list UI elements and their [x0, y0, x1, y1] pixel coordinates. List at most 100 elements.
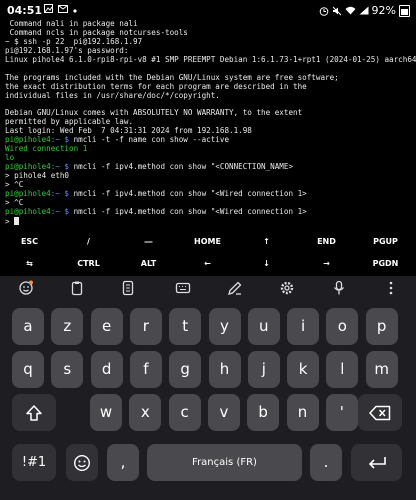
- key-u[interactable]: u: [247, 308, 280, 345]
- terminal-output[interactable]: Command nali in package nali Command ncl…: [0, 20, 416, 230]
- extra-key-symbol[interactable]: ←: [178, 253, 237, 275]
- key-x[interactable]: x: [129, 394, 162, 431]
- space-key[interactable]: Français (FR): [147, 444, 302, 481]
- terminal-text: >: [5, 216, 15, 226]
- key-o[interactable]: o: [326, 308, 359, 345]
- keyboard-mode-icon[interactable]: [175, 280, 191, 296]
- period-key[interactable]: .: [310, 444, 342, 481]
- terminal-line: >: [5, 216, 416, 226]
- clipboard-icon[interactable]: [69, 280, 85, 296]
- terminal-line: pi@192.168.1.97's password:: [5, 47, 416, 56]
- terminal-text: Debian GNU/Linux comes with ABSOLUTELY N…: [5, 109, 303, 118]
- key-f[interactable]: f: [129, 351, 162, 388]
- extra-key-esc[interactable]: ESC: [0, 231, 59, 253]
- gallery-icon: [44, 4, 53, 13]
- key-y[interactable]: y: [208, 308, 241, 345]
- key-h[interactable]: h: [208, 351, 241, 388]
- emoji-key[interactable]: [66, 444, 98, 481]
- terminal-text: the exact distribution terms for each pr…: [5, 82, 307, 91]
- prompt-user: lo: [5, 154, 15, 163]
- status-time: 04:51: [7, 4, 43, 17]
- handwriting-icon[interactable]: [227, 280, 243, 296]
- prompt-path: :~ $: [50, 136, 74, 145]
- key-r[interactable]: r: [129, 308, 162, 345]
- key-g[interactable]: g: [169, 351, 202, 388]
- key-v[interactable]: v: [207, 394, 240, 431]
- key-p[interactable]: p: [365, 308, 398, 345]
- extra-key-symbol[interactable]: ↑: [237, 231, 296, 253]
- enter-icon: [368, 457, 386, 469]
- terminal-line: Debian GNU/Linux comes with ABSOLUTELY N…: [5, 109, 416, 118]
- key-s[interactable]: s: [51, 351, 84, 388]
- terminal-text: Linux pihole4 6.1.0-rpi8-rpi-v8 #1 SMP P…: [5, 55, 416, 64]
- key-q[interactable]: q: [12, 351, 44, 388]
- extra-key-pgdn[interactable]: PGDN: [356, 253, 415, 275]
- extra-key-symbol[interactable]: /: [59, 231, 118, 253]
- backspace-icon: [369, 405, 391, 421]
- key-i[interactable]: i: [287, 308, 320, 345]
- terminal-line: pi@pihole4:~ $ nmcli -t -f name con show…: [5, 136, 416, 145]
- key-e[interactable]: e: [90, 308, 123, 345]
- terminal-text: pi@192.168.1.97's password:: [5, 46, 129, 55]
- terminal-text: Last login: Wed Feb 7 04:31:31 2024 from…: [5, 127, 252, 136]
- smiley-icon: [73, 454, 91, 472]
- terminal-text: nmcli -f ipv4.method con show "<CONNECTI…: [73, 163, 294, 171]
- terminal-line: the exact distribution terms for each pr…: [5, 83, 416, 92]
- key-z[interactable]: z: [51, 308, 84, 345]
- microphone-icon[interactable]: [331, 280, 347, 296]
- terminal-line: The programs included with the Debian GN…: [5, 74, 416, 83]
- key-apostrophe[interactable]: ': [325, 394, 358, 431]
- backspace-key[interactable]: [358, 394, 402, 431]
- terminal-cursor: [14, 216, 20, 225]
- extra-key-pgup[interactable]: PGUP: [356, 231, 415, 253]
- terminal-line: Command nali in package nali: [5, 20, 416, 29]
- key-l[interactable]: l: [326, 351, 359, 388]
- more-options-icon[interactable]: [383, 280, 399, 296]
- comma-key[interactable]: ,: [107, 444, 139, 481]
- extra-key-symbol[interactable]: →: [297, 253, 356, 275]
- extra-keys-row-2: ⇆ CTRL ALT ← ↓ → PGDN: [0, 253, 416, 275]
- battery-percent: 92%: [371, 4, 396, 17]
- soft-keyboard: !#1 , Français (FR) . azertyuiop qsdfghjk…: [0, 300, 416, 500]
- extra-key-home[interactable]: HOME: [178, 231, 237, 253]
- key-d[interactable]: d: [90, 351, 123, 388]
- terminal-line: individual files in /usr/share/doc/*/cop…: [5, 92, 416, 101]
- symbols-key[interactable]: !#1: [12, 444, 56, 481]
- extra-key-symbol[interactable]: ↓: [237, 253, 296, 275]
- extra-key-symbol[interactable]: ―: [119, 231, 178, 253]
- terminal-text: individual files in /usr/share/doc/*/cop…: [5, 91, 220, 100]
- extra-key-end[interactable]: END: [297, 231, 356, 253]
- shift-key[interactable]: [12, 394, 56, 431]
- settings-gear-icon[interactable]: [279, 280, 295, 296]
- terminal-line: Last login: Wed Feb 7 04:31:31 2024 from…: [5, 127, 416, 136]
- terminal-line: pi@pihole4:~ $ nmcli -f ipv4.method con …: [5, 208, 416, 217]
- key-k[interactable]: k: [287, 351, 320, 388]
- key-j[interactable]: j: [247, 351, 280, 388]
- one-handed-keyboard-icon[interactable]: [120, 280, 136, 296]
- emoji-sticker-icon[interactable]: [18, 280, 34, 296]
- terminal-line: lo: [5, 154, 416, 163]
- extra-key-symbol[interactable]: ⇆: [0, 253, 59, 275]
- terminal-line: > ^C: [5, 199, 416, 208]
- terminal-line: > pihole4 eth0: [5, 172, 416, 181]
- key-n[interactable]: n: [286, 394, 319, 431]
- prompt-user: pi@pihole4: [5, 136, 51, 145]
- status-bar: 04:51 92%: [0, 0, 416, 20]
- terminal-line: > ^C: [5, 181, 416, 190]
- terminal-text: nmcli -f ipv4.method con show "<Wired co…: [73, 207, 307, 216]
- terminal-text: > ^C: [5, 180, 24, 189]
- enter-key[interactable]: [351, 444, 402, 481]
- notification-icons: [44, 4, 77, 16]
- key-c[interactable]: c: [168, 394, 201, 431]
- signal-icon: [359, 6, 369, 15]
- key-m[interactable]: m: [365, 351, 398, 388]
- status-right: 92%: [319, 4, 410, 17]
- extra-key-ctrl[interactable]: CTRL: [59, 253, 118, 275]
- extra-key-alt[interactable]: ALT: [119, 253, 178, 275]
- key-t[interactable]: t: [169, 308, 202, 345]
- key-b[interactable]: b: [247, 394, 280, 431]
- key-a[interactable]: a: [12, 308, 44, 345]
- key-w[interactable]: w: [90, 394, 122, 431]
